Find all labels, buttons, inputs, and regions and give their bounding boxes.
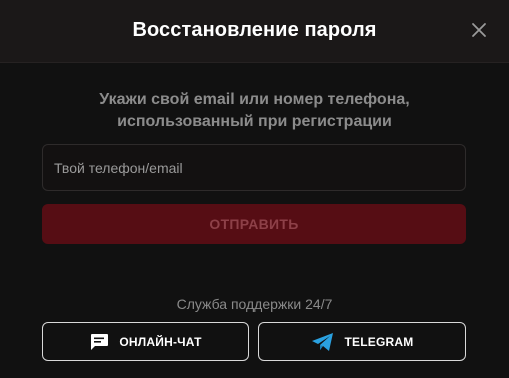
password-recovery-modal: Восстановление пароля Укажи свой email и… <box>0 0 509 378</box>
telegram-button[interactable]: TELEGRAM <box>258 322 466 361</box>
instruction-line-2: использованный при регистрации <box>117 113 392 130</box>
telegram-icon <box>311 332 335 352</box>
instruction-text: Укажи свой email или номер телефона, исп… <box>30 89 479 133</box>
support-label: Служба поддержки 24/7 <box>176 296 333 312</box>
modal-header: Восстановление пароля <box>0 0 509 63</box>
submit-button[interactable]: ОТПРАВИТЬ <box>42 204 466 244</box>
contact-field <box>42 144 466 191</box>
close-icon <box>472 23 486 37</box>
close-button[interactable] <box>471 22 487 38</box>
modal-title: Восстановление пароля <box>132 19 377 41</box>
online-chat-button[interactable]: ОНЛАЙН-ЧАТ <box>42 322 249 361</box>
chat-icon <box>89 333 109 351</box>
online-chat-label: ОНЛАЙН-ЧАТ <box>119 334 202 349</box>
contact-input[interactable] <box>43 145 465 190</box>
telegram-label: TELEGRAM <box>344 334 414 349</box>
instruction-line-1: Укажи свой email или номер телефона, <box>99 91 410 108</box>
